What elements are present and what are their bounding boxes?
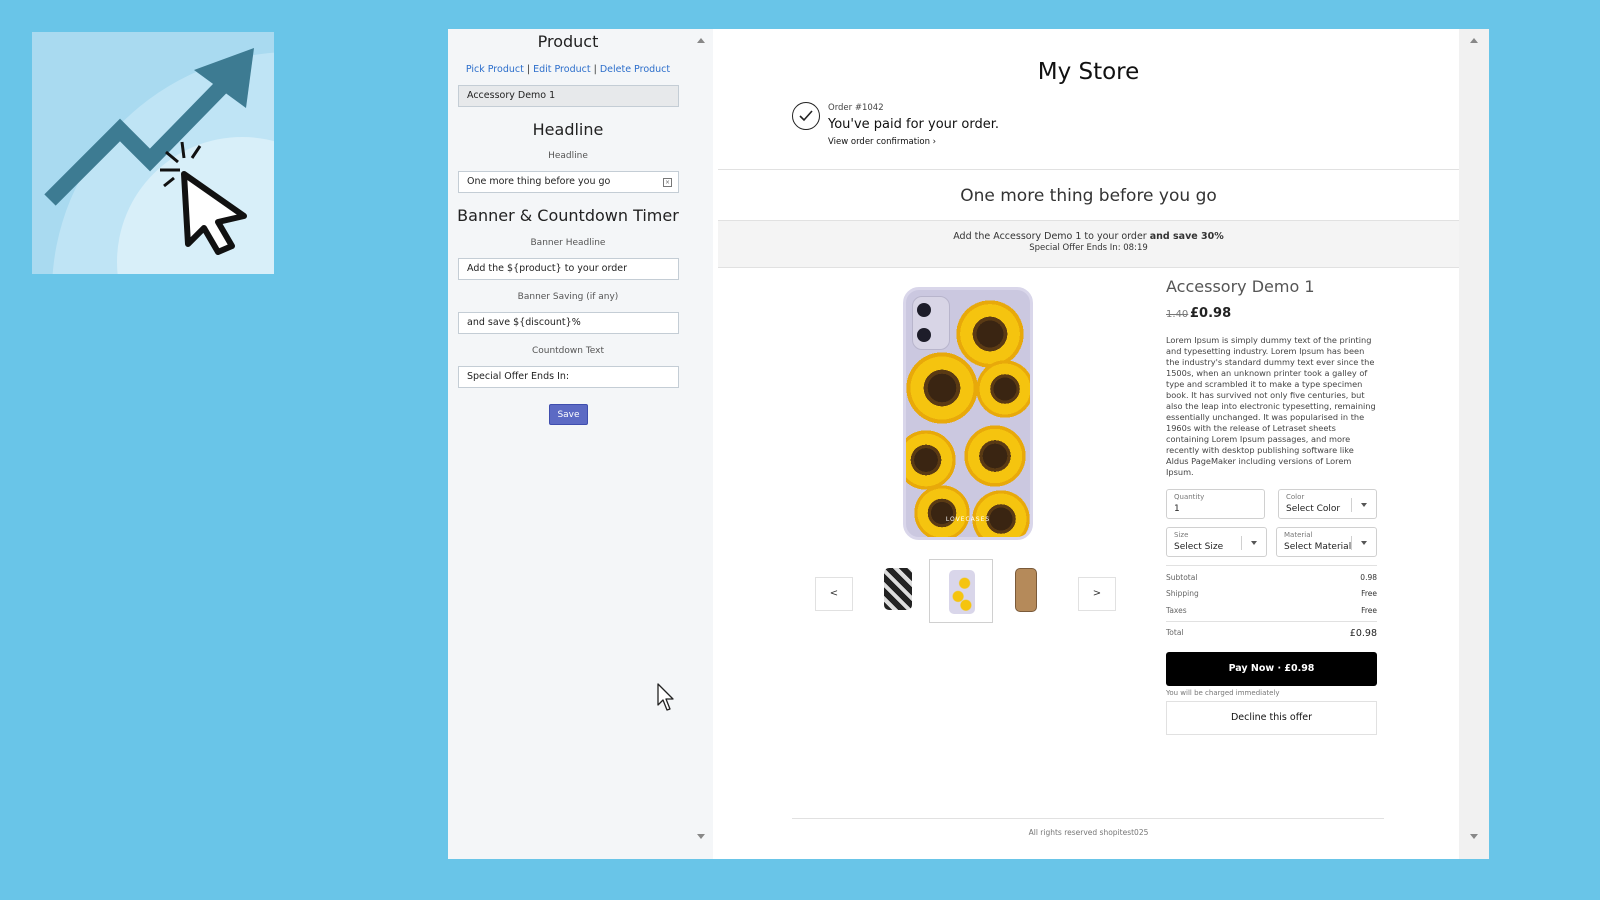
total-value: £0.98 — [1349, 628, 1377, 639]
product-name: Accessory Demo 1 — [1166, 277, 1315, 296]
scroll-down-icon[interactable] — [697, 834, 705, 839]
scroll-up-icon[interactable] — [697, 38, 705, 43]
shipping-row: Shipping Free — [1166, 589, 1377, 598]
color-label: Color — [1286, 493, 1305, 501]
subtotal-row: Subtotal 0.98 — [1166, 573, 1377, 582]
quantity-label: Quantity — [1174, 493, 1205, 501]
charge-note: You will be charged immediately — [1166, 689, 1280, 697]
scroll-up-icon[interactable] — [1470, 38, 1478, 43]
store-preview: My Store Order #1042 You've paid for you… — [718, 29, 1459, 859]
taxes-value: Free — [1361, 606, 1377, 615]
decline-offer-button[interactable]: Decline this offer — [1166, 701, 1377, 735]
banner-saving-input[interactable]: and save ${discount}% — [458, 312, 679, 334]
product-description: Lorem Ipsum is simply dummy text of the … — [1166, 335, 1376, 477]
paid-message: You've paid for your order. — [828, 117, 999, 132]
divider — [1166, 565, 1377, 566]
pick-product-link[interactable]: Pick Product — [466, 64, 524, 75]
trend-cursor-icon — [44, 48, 274, 274]
checkmark-icon — [792, 102, 820, 130]
subtotal-value: 0.98 — [1360, 573, 1377, 582]
countdown-input[interactable]: Special Offer Ends In: — [458, 366, 679, 388]
countdown-timer: Special Offer Ends In: 08:19 — [1029, 243, 1148, 253]
shipping-value: Free — [1361, 589, 1377, 598]
pay-now-button[interactable]: Pay Now · £0.98 — [1166, 652, 1377, 686]
headline-label: Headline — [548, 151, 588, 161]
prev-image-button[interactable]: < — [815, 577, 853, 611]
divider — [718, 169, 1459, 170]
original-price: 1.40 — [1166, 309, 1189, 320]
chevron-down-icon — [1361, 503, 1367, 507]
size-value: Select Size — [1174, 542, 1224, 552]
countdown-label: Countdown Text — [531, 346, 605, 356]
taxes-label: Taxes — [1166, 606, 1187, 615]
divider — [792, 818, 1384, 819]
save-button[interactable]: Save — [549, 404, 588, 425]
divider — [1166, 621, 1377, 622]
chevron-down-icon — [1361, 541, 1367, 545]
subtotal-label: Subtotal — [1166, 573, 1198, 582]
quantity-input[interactable]: Quantity 1 — [1166, 489, 1265, 519]
view-confirmation-link[interactable]: View order confirmation › — [828, 137, 936, 147]
product-section-title: Product — [537, 32, 599, 51]
shipping-label: Shipping — [1166, 589, 1199, 598]
banner-section-title: Banner & Countdown Timer — [457, 206, 679, 225]
mouse-pointer-icon — [657, 683, 674, 711]
thumbnail[interactable] — [876, 566, 920, 612]
app-logo — [32, 32, 274, 274]
headline-input-value: One more thing before you go — [467, 176, 611, 187]
thumbnail[interactable] — [1003, 566, 1047, 612]
total-row: Total £0.98 — [1166, 628, 1377, 639]
footer-text: All rights reserved shopitest025 — [1028, 828, 1149, 837]
offer-banner: Add the Accessory Demo 1 to your order a… — [718, 220, 1459, 268]
material-select[interactable]: Material Select Material — [1276, 527, 1377, 557]
edit-product-link[interactable]: Edit Product — [533, 64, 591, 75]
thumbnail-selected[interactable] — [929, 559, 993, 623]
color-select[interactable]: Color Select Color — [1278, 489, 1377, 519]
store-title: My Store — [1037, 59, 1140, 85]
sale-price: £0.98 — [1190, 306, 1232, 321]
scroll-down-icon[interactable] — [1470, 834, 1478, 839]
link-separator: | — [590, 64, 600, 75]
size-label: Size — [1174, 531, 1189, 539]
delete-product-link[interactable]: Delete Product — [600, 64, 670, 75]
preview-scrollbar[interactable] — [1459, 29, 1489, 859]
size-select[interactable]: Size Select Size — [1166, 527, 1267, 557]
next-image-button[interactable]: > — [1078, 577, 1116, 611]
banner-headline-label: Banner Headline — [530, 238, 606, 248]
material-value: Select Material — [1284, 542, 1352, 552]
order-number: Order #1042 — [828, 103, 884, 113]
banner-headline-input[interactable]: Add the ${product} to your order — [458, 258, 679, 280]
editor-window: Product Pick Product | Edit Product | De… — [448, 29, 1489, 859]
banner-saving-label: Banner Saving (if any) — [517, 292, 619, 302]
chevron-down-icon — [1251, 541, 1257, 545]
link-separator: | — [523, 64, 534, 75]
material-label: Material — [1284, 531, 1313, 539]
headline-section-title: Headline — [532, 120, 604, 139]
camera-module — [912, 296, 950, 350]
headline-input[interactable]: One more thing before you go × — [458, 171, 679, 193]
total-label: Total — [1166, 628, 1184, 637]
input-clear-icon[interactable]: × — [663, 178, 672, 187]
banner-saving: and save 30% — [1149, 231, 1224, 242]
product-image: LOVECASES — [903, 287, 1033, 540]
quantity-value: 1 — [1174, 504, 1180, 514]
panel-scrollbar[interactable] — [688, 29, 713, 859]
product-field[interactable]: Accessory Demo 1 — [458, 85, 679, 107]
settings-panel: Product Pick Product | Edit Product | De… — [448, 29, 688, 859]
offer-headline: One more thing before you go — [960, 186, 1217, 206]
color-value: Select Color — [1286, 504, 1341, 514]
banner-text: Add the Accessory Demo 1 to your order — [953, 231, 1147, 242]
product-links: Pick Product | Edit Product | Delete Pro… — [448, 64, 688, 75]
taxes-row: Taxes Free — [1166, 606, 1377, 615]
phone-brand: LOVECASES — [945, 516, 991, 523]
